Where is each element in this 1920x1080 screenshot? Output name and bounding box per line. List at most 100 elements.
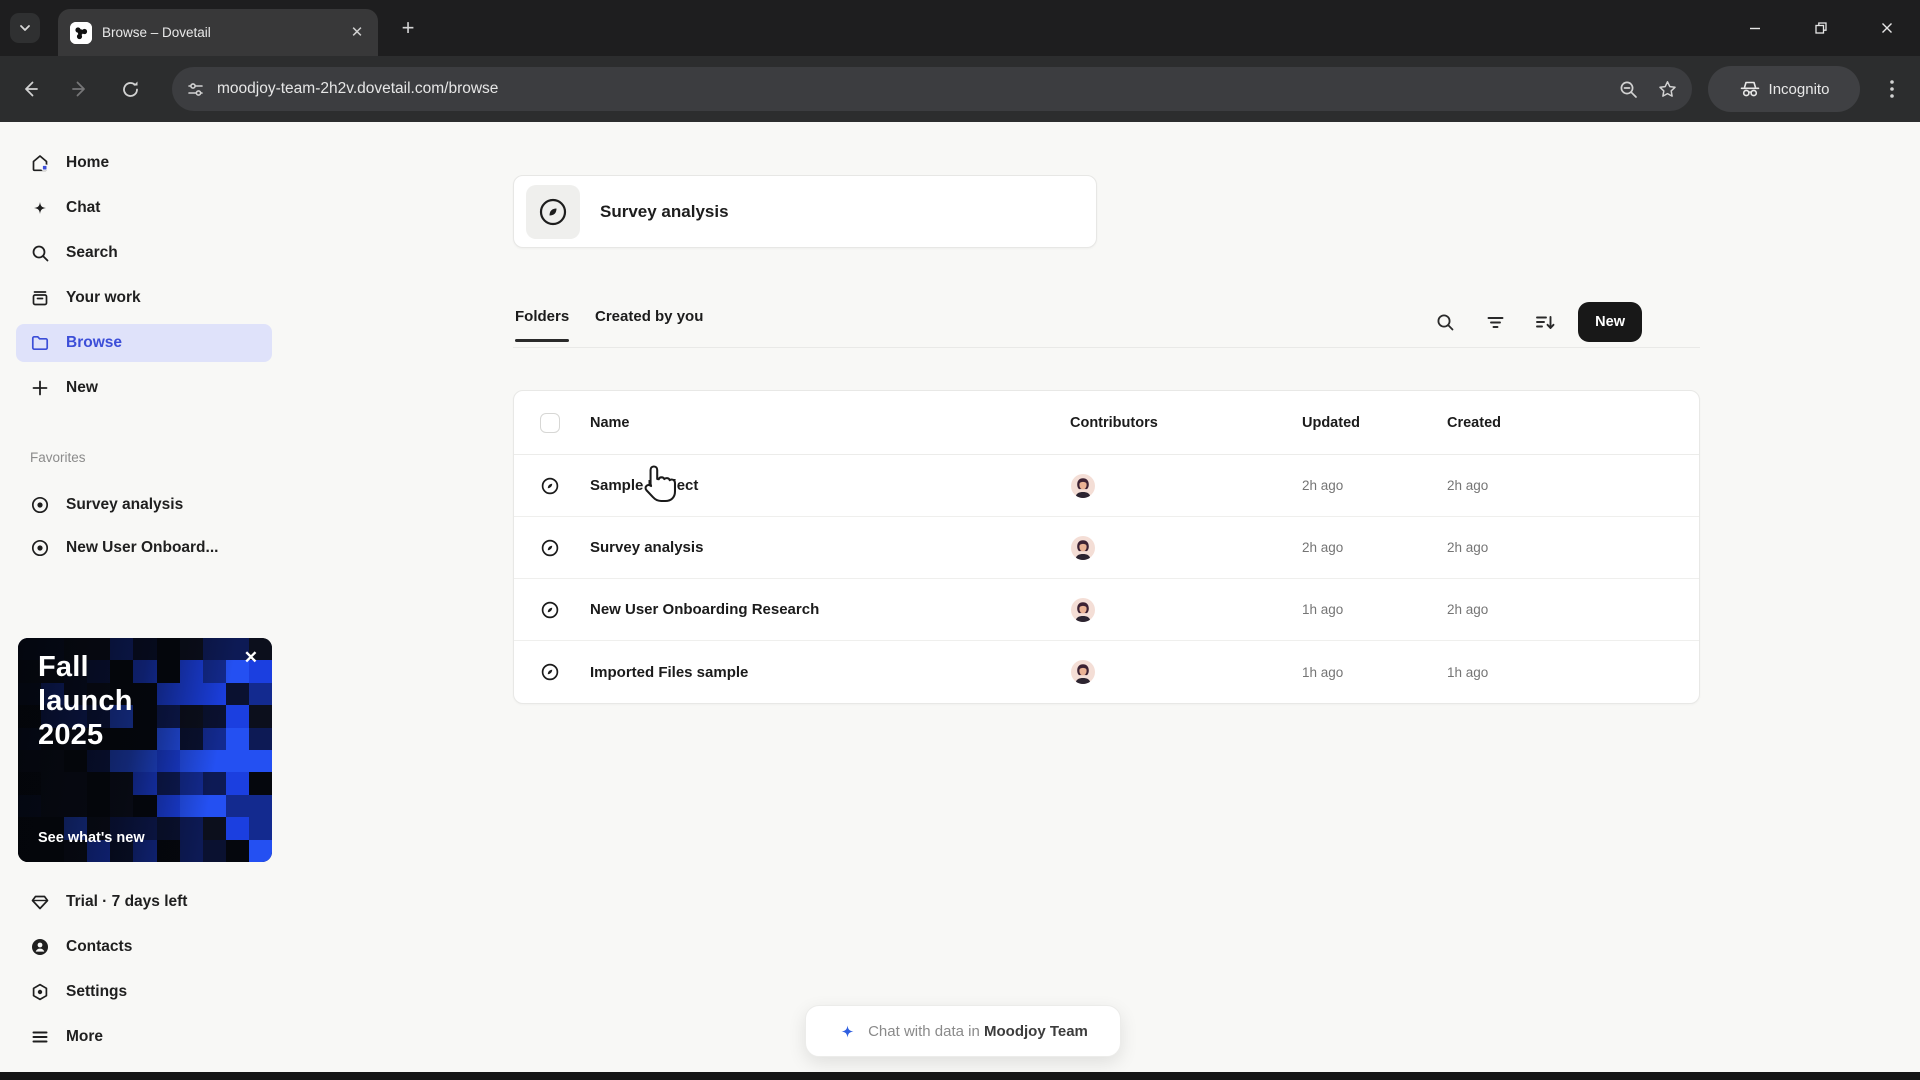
table-row[interactable]: Survey analysis 2h ago 2h ago [514, 517, 1699, 579]
gem-icon [30, 892, 50, 912]
row-created: 1h ago [1447, 664, 1489, 680]
table-row[interactable]: Imported Files sample 1h ago 1h ago [514, 641, 1699, 703]
sidebar-item-contacts[interactable]: Contacts [16, 928, 272, 966]
reload-button[interactable] [112, 71, 148, 107]
sidebar-item-label: Contacts [66, 938, 133, 955]
sidebar-item-your-work[interactable]: Your work [16, 279, 272, 317]
select-all-checkbox[interactable] [540, 412, 560, 433]
url-text[interactable]: moodjoy-team-2h2v.dovetail.com/browse [217, 80, 1618, 98]
window-close-button[interactable] [1854, 0, 1920, 56]
sidebar-item-settings[interactable]: Settings [16, 973, 272, 1011]
project-header-card[interactable]: Survey analysis [513, 175, 1097, 248]
reload-icon [122, 81, 138, 97]
column-header-created[interactable]: Created [1447, 415, 1592, 431]
promo-close-icon[interactable]: ✕ [244, 648, 258, 668]
screen-edge-strip [0, 1072, 1920, 1080]
forward-icon [72, 81, 85, 97]
sidebar-item-home[interactable]: Home [16, 144, 272, 182]
favorite-item-label: Survey analysis [66, 496, 184, 513]
column-header-name[interactable]: Name [590, 415, 1070, 431]
favorite-item-survey-analysis[interactable]: Survey analysis [16, 486, 272, 524]
browser-menu-button[interactable] [1882, 77, 1902, 101]
new-folder-button[interactable]: New [1578, 302, 1642, 342]
kebab-menu-icon [1890, 80, 1894, 98]
project-icon [541, 663, 559, 681]
folders-table: Name Contributors Updated Created Sample… [513, 390, 1700, 704]
chevron-down-icon [20, 25, 30, 31]
sort-button[interactable] [1528, 305, 1562, 339]
promo-link[interactable]: See what's new [38, 830, 145, 846]
back-icon [25, 81, 38, 97]
sidebar-item-label: Your work [66, 289, 141, 306]
zoom-page-icon[interactable] [1618, 79, 1639, 100]
table-search-button[interactable] [1428, 305, 1462, 339]
sidebar-item-label: New [66, 379, 98, 396]
sidebar-item-search[interactable]: Search [16, 234, 272, 272]
row-created: 2h ago [1447, 478, 1489, 493]
window-restore-button[interactable] [1788, 0, 1854, 56]
project-icon [541, 601, 559, 618]
site-settings-icon[interactable] [186, 80, 205, 99]
sidebar-item-label: Chat [66, 199, 101, 216]
project-icon [541, 477, 559, 494]
inbox-icon [30, 288, 50, 308]
plus-icon [30, 378, 50, 398]
browser-tab-bar: Browse – Dovetail ✕ + [0, 0, 1920, 56]
window-minimize-button[interactable] [1722, 0, 1788, 56]
sidebar-item-more[interactable]: More [16, 1018, 272, 1056]
table-body: Sample Project 2h ago 2h ago Survey anal… [514, 455, 1699, 703]
table-row[interactable]: Sample Project 2h ago 2h ago [514, 455, 1699, 517]
bookmark-star-icon[interactable] [1657, 79, 1678, 100]
search-icon [1437, 314, 1454, 330]
fall-launch-promo-card[interactable]: Fall launch 2025 ✕ See what's new [18, 638, 272, 862]
sidebar-item-label: Home [66, 154, 110, 171]
folder-icon [30, 333, 50, 353]
favorites-heading: Favorites [30, 450, 86, 465]
active-tab-underline [515, 339, 570, 342]
contributor-avatar[interactable] [1070, 535, 1096, 561]
chat-pill-text: Chat with data in Moodjoy Team [868, 1022, 1088, 1040]
browser-tab[interactable]: Browse – Dovetail ✕ [58, 9, 378, 56]
dovetail-favicon [70, 21, 92, 44]
sidebar-item-label: Search [66, 244, 118, 261]
project-title: Survey analysis [600, 201, 729, 221]
dovetail-browse-page: Home Chat Search Your work Browse New Fa… [0, 122, 1920, 1072]
row-updated: 2h ago [1302, 540, 1344, 555]
url-bar[interactable]: moodjoy-team-2h2v.dovetail.com/browse [172, 67, 1692, 111]
mouse-hand-cursor [644, 465, 676, 502]
row-name: New User Onboarding Research [590, 601, 820, 618]
contributor-avatar[interactable] [1070, 473, 1096, 499]
forward-button[interactable] [62, 71, 98, 107]
tab-search-button[interactable] [10, 13, 40, 43]
contributor-avatar[interactable] [1070, 659, 1096, 685]
column-header-updated[interactable]: Updated [1302, 415, 1447, 431]
tab-created-by-you[interactable]: Created by you [595, 308, 703, 325]
sidebar-item-chat[interactable]: Chat [16, 189, 272, 227]
tab-title: Browse – Dovetail [102, 25, 211, 40]
tab-folders[interactable]: Folders [515, 308, 570, 342]
filter-button[interactable] [1478, 305, 1512, 339]
table-row[interactable]: New User Onboarding Research 1h ago 2h a… [514, 579, 1699, 641]
project-icon-box [526, 184, 580, 239]
contributor-avatar[interactable] [1070, 597, 1096, 623]
sidebar-item-new[interactable]: New [16, 369, 272, 407]
favorite-item-new-user-onboarding[interactable]: New User Onboard... [16, 529, 272, 567]
sidebar-item-browse[interactable]: Browse [16, 324, 272, 362]
sidebar: Home Chat Search Your work Browse New Fa… [0, 122, 300, 1072]
new-tab-button[interactable]: + [395, 16, 421, 42]
sparkle-icon [30, 198, 50, 218]
row-created: 2h ago [1447, 540, 1489, 555]
hamburger-icon [30, 1027, 50, 1047]
column-header-contributors[interactable]: Contributors [1070, 415, 1302, 431]
project-icon [30, 495, 50, 515]
sidebar-item-trial[interactable]: Trial · 7 days left [16, 883, 272, 921]
chat-with-data-pill[interactable]: Chat with data in Moodjoy Team [805, 1005, 1121, 1057]
incognito-badge: Incognito [1708, 66, 1860, 112]
sidebar-item-label: More [66, 1028, 104, 1045]
person-circle-icon [30, 937, 50, 957]
home-icon [30, 153, 50, 173]
sparkle-icon [841, 1025, 854, 1037]
tab-close-icon[interactable]: ✕ [348, 24, 366, 42]
back-button[interactable] [12, 71, 48, 107]
row-updated: 2h ago [1302, 478, 1344, 493]
